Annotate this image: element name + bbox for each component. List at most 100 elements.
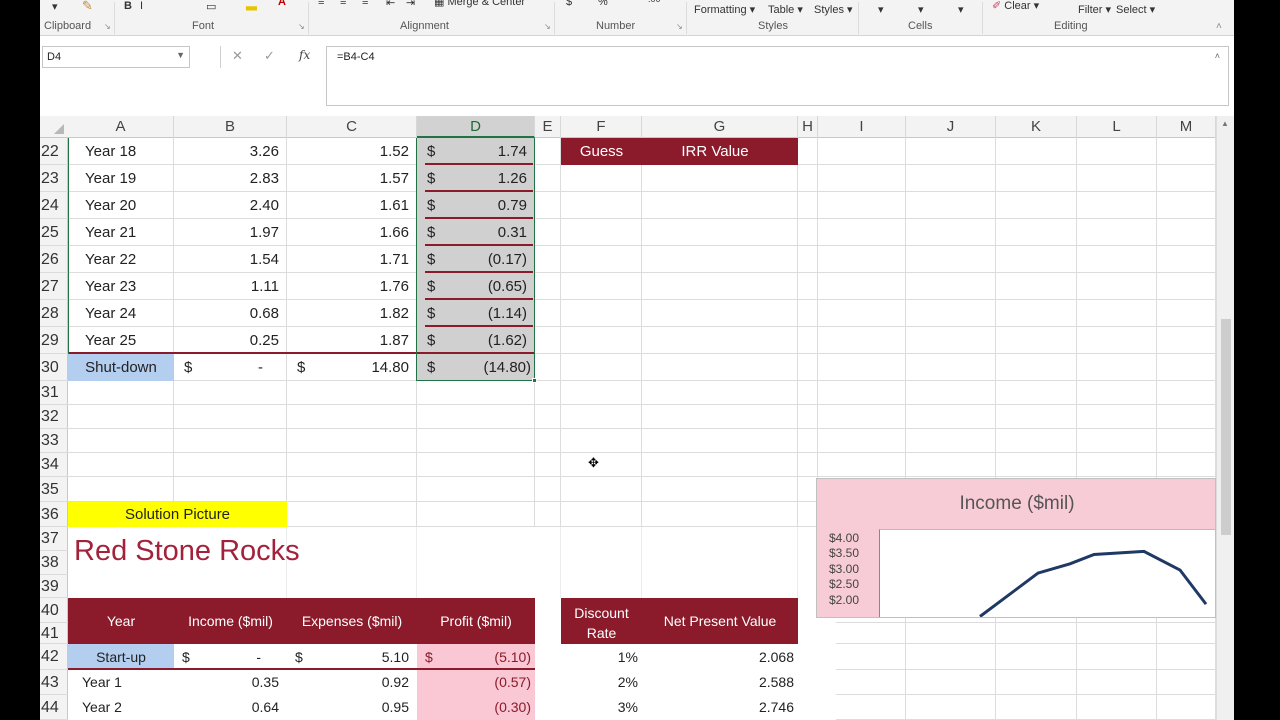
- solution-picture-label[interactable]: Solution Picture: [68, 502, 287, 527]
- chevron-down-icon[interactable]: ▼: [176, 50, 185, 60]
- border-icon[interactable]: ▭: [206, 0, 216, 13]
- fill-color-icon[interactable]: ▂: [246, 0, 257, 11]
- year-cell[interactable]: Year 21: [85, 219, 174, 246]
- row-header-44[interactable]: 44: [40, 695, 68, 720]
- paste-dropdown-icon[interactable]: ▾: [52, 0, 58, 13]
- guess-header[interactable]: Guess: [561, 138, 642, 165]
- income-cell[interactable]: 1.54: [174, 246, 279, 273]
- discount-rate-cell[interactable]: 1%: [561, 644, 638, 670]
- year-cell[interactable]: Year 2: [82, 695, 174, 720]
- expenses-cell[interactable]: 0.95: [287, 695, 409, 720]
- discount-rate-cell[interactable]: 2%: [561, 670, 638, 695]
- expenses-cell[interactable]: 1.82: [287, 300, 409, 327]
- format-dropdown[interactable]: ▾: [958, 3, 964, 16]
- row-header-38[interactable]: 38: [40, 551, 68, 575]
- expenses-cell[interactable]: 1.57: [287, 165, 409, 192]
- decimal-icon[interactable]: .00: [648, 0, 661, 4]
- expenses-cell[interactable]: 1.71: [287, 246, 409, 273]
- format-as-table-button[interactable]: Table ▾: [768, 3, 803, 16]
- row-header-26[interactable]: 26: [40, 246, 68, 273]
- row-header-35[interactable]: 35: [40, 477, 68, 502]
- find-select-button[interactable]: Select ▾: [1116, 3, 1155, 16]
- expenses-cell[interactable]: 1.66: [287, 219, 409, 246]
- expenses-cell[interactable]: 5.10: [287, 644, 409, 670]
- expenses-cell[interactable]: 1.76: [287, 273, 409, 300]
- npv-cell[interactable]: 2.068: [642, 644, 794, 670]
- insert-function-icon[interactable]: fx: [299, 48, 310, 62]
- scroll-up-icon[interactable]: ▲: [1221, 119, 1229, 128]
- collapse-formula-bar-icon[interactable]: ˄: [1215, 51, 1220, 61]
- year-cell[interactable]: Year 25: [85, 327, 174, 354]
- row-header-39[interactable]: 39: [40, 575, 68, 598]
- column-header-k[interactable]: K: [996, 116, 1077, 138]
- income-cell[interactable]: 0.25: [174, 327, 279, 354]
- collapse-ribbon-icon[interactable]: ˄: [1216, 21, 1222, 32]
- profit-cell[interactable]: (0.30): [417, 695, 531, 720]
- font-color-icon[interactable]: A: [278, 0, 286, 8]
- number-launcher-icon[interactable]: ↘: [676, 22, 683, 31]
- picture-header-expenses[interactable]: Expenses ($mil): [287, 598, 417, 644]
- income-cell[interactable]: 0.68: [174, 300, 279, 327]
- column-header-f[interactable]: F: [561, 116, 642, 138]
- year-cell[interactable]: Year 18: [85, 138, 174, 165]
- fill-handle[interactable]: [532, 378, 537, 383]
- column-header-e[interactable]: E: [535, 116, 561, 138]
- discount-header[interactable]: Discount: [561, 602, 642, 624]
- outdent-icon[interactable]: ⇥: [406, 0, 415, 9]
- column-header-g[interactable]: G: [642, 116, 798, 138]
- column-header-a[interactable]: A: [68, 116, 174, 138]
- column-header-c[interactable]: C: [287, 116, 417, 138]
- row-header-42[interactable]: 42: [40, 644, 68, 670]
- row-header-27[interactable]: 27: [40, 273, 68, 300]
- year-cell[interactable]: Year 20: [85, 192, 174, 219]
- vertical-scrollbar[interactable]: ▲: [1216, 116, 1234, 720]
- row-header-31[interactable]: 31: [40, 381, 68, 405]
- align-left-icon[interactable]: ≡: [318, 0, 324, 8]
- year-cell[interactable]: Start-up: [68, 644, 174, 670]
- column-header-m[interactable]: M: [1157, 116, 1216, 138]
- row-header-33[interactable]: 33: [40, 429, 68, 453]
- rate-header[interactable]: Rate: [561, 622, 642, 644]
- column-header-j[interactable]: J: [906, 116, 996, 138]
- income-cell[interactable]: 0.64: [174, 695, 279, 720]
- year-cell[interactable]: Year 22: [85, 246, 174, 273]
- alignment-launcher-icon[interactable]: ↘: [544, 22, 551, 31]
- clear-button[interactable]: ✐ Clear ▾: [992, 0, 1039, 12]
- italic-icon[interactable]: I: [140, 0, 143, 12]
- picture-header-profit[interactable]: Profit ($mil): [417, 598, 535, 644]
- year-cell[interactable]: Year 23: [85, 273, 174, 300]
- profit-cell[interactable]: (0.57): [417, 670, 531, 695]
- row-header-32[interactable]: 32: [40, 405, 68, 429]
- row-header-24[interactable]: 24: [40, 192, 68, 219]
- row-header-29[interactable]: 29: [40, 327, 68, 354]
- bold-icon[interactable]: B: [124, 0, 132, 12]
- irr-value-header[interactable]: IRR Value: [642, 138, 788, 165]
- column-header-i[interactable]: I: [818, 116, 906, 138]
- picture-header-year[interactable]: Year: [68, 598, 174, 644]
- clipboard-launcher-icon[interactable]: ↘: [104, 22, 111, 31]
- accounting-format-icon[interactable]: $: [566, 0, 572, 8]
- income-cell[interactable]: -: [174, 354, 263, 381]
- picture-header-income[interactable]: Income ($mil): [174, 598, 287, 644]
- row-header-36[interactable]: 36: [40, 502, 68, 527]
- income-chart[interactable]: Income ($mil) $4.00 $3.50 $3.00 $2.50 $2.00: [816, 478, 1216, 618]
- discount-rate-cell[interactable]: 3%: [561, 695, 638, 720]
- font-launcher-icon[interactable]: ↘: [298, 22, 305, 31]
- row-header-30[interactable]: 30: [40, 354, 68, 381]
- column-header-h[interactable]: H: [798, 116, 818, 138]
- year-cell[interactable]: Year 24: [85, 300, 174, 327]
- align-right-icon[interactable]: ≡: [362, 0, 368, 8]
- merge-center-button[interactable]: ▦ Merge & Center: [434, 0, 525, 8]
- row-header-41[interactable]: 41: [40, 623, 68, 644]
- sort-filter-button[interactable]: Filter ▾: [1078, 3, 1111, 16]
- expenses-cell[interactable]: 1.87: [287, 327, 409, 354]
- income-cell[interactable]: 2.40: [174, 192, 279, 219]
- scroll-thumb[interactable]: [1221, 319, 1231, 535]
- row-header-40[interactable]: 40: [40, 598, 68, 623]
- row-header-37[interactable]: 37: [40, 527, 68, 551]
- year-cell[interactable]: Year 19: [85, 165, 174, 192]
- formula-input[interactable]: =B4-C4 ˄: [326, 46, 1229, 106]
- percent-icon[interactable]: %: [598, 0, 608, 8]
- align-center-icon[interactable]: ≡: [340, 0, 346, 8]
- delete-dropdown[interactable]: ▾: [918, 3, 924, 16]
